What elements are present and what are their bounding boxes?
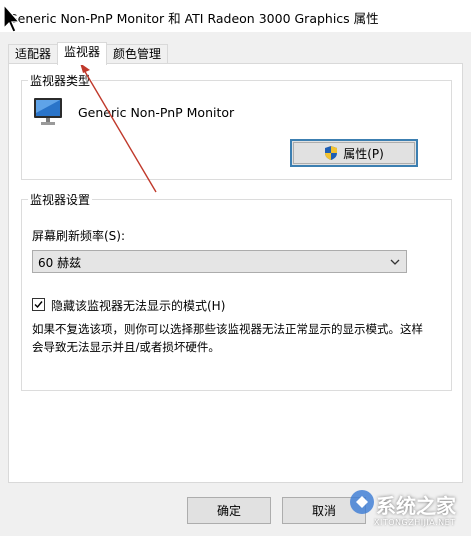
refresh-rate-select[interactable]: 60 赫兹	[32, 250, 407, 273]
refresh-rate-value: 60 赫兹	[38, 256, 82, 270]
watermark-subtext: XITONGZHIJIA.NET	[374, 518, 456, 527]
hide-modes-label[interactable]: 隐藏该监视器无法显示的模式(H)	[51, 297, 225, 314]
tab-color-management[interactable]: 颜色管理	[106, 44, 169, 64]
refresh-rate-label: 屏幕刷新频率(S):	[32, 229, 126, 243]
hide-modes-checkbox[interactable]	[32, 298, 45, 311]
watermark-logo-icon	[350, 490, 374, 514]
properties-button[interactable]: 属性(P)	[290, 139, 418, 167]
window-title: Generic Non-PnP Monitor 和 ATI Radeon 300…	[8, 11, 379, 26]
hide-modes-description: 如果不复选该项，则你可以选择那些该监视器无法正常显示的显示模式。这样会导致无法显…	[32, 322, 423, 354]
monitor-settings-group: 监视器设置 屏幕刷新频率(S): 60 赫兹 隐藏该监视器无法显示的模式(H) …	[21, 191, 452, 391]
watermark: 系统之家 XITONGZHIJIA.NET	[348, 484, 471, 536]
tab-monitor[interactable]: 监视器	[57, 42, 108, 65]
properties-button-label: 属性(P)	[343, 146, 384, 161]
monitor-tab-panel: 监视器类型 Generic Non-PnP Monitor 属性(P) 监视器设…	[8, 63, 463, 483]
tab-strip: 适配器 监视器 颜色管理	[8, 42, 169, 65]
mouse-cursor-icon	[3, 4, 21, 33]
monitor-type-legend: 监视器类型	[28, 72, 93, 89]
tab-adapter[interactable]: 适配器	[8, 44, 59, 64]
ok-button[interactable]: 确定	[187, 497, 271, 524]
chevron-down-icon	[390, 259, 400, 265]
monitor-type-group: 监视器类型 Generic Non-PnP Monitor 属性(P)	[21, 72, 452, 180]
monitor-name: Generic Non-PnP Monitor	[78, 105, 235, 120]
watermark-text: 系统之家	[376, 494, 456, 518]
title-bar[interactable]: Generic Non-PnP Monitor 和 ATI Radeon 300…	[0, 0, 471, 33]
shield-icon	[325, 146, 338, 160]
checkmark-icon	[34, 301, 43, 309]
monitor-settings-legend: 监视器设置	[28, 191, 93, 208]
monitor-icon	[34, 98, 62, 125]
